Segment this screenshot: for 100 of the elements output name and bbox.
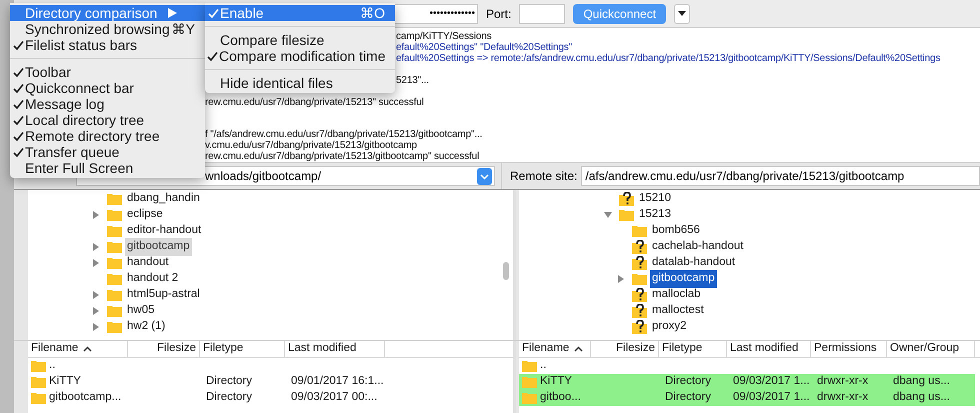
tree-row[interactable]: editor-handout xyxy=(28,223,204,239)
menu-item[interactable]: Compare modification time xyxy=(205,48,395,64)
tree-item[interactable]: datalab-handout xyxy=(650,254,738,272)
remote-path: /afs/andrew.cmu.edu/usr7/dbang/private/15213/gitbootcamp xyxy=(585,168,904,185)
tree-row[interactable]: proxy2 xyxy=(519,319,689,335)
tree-item[interactable]: handout xyxy=(125,254,171,272)
tree-item[interactable]: 15213 xyxy=(637,206,673,224)
tree-row[interactable]: 15213 xyxy=(519,207,673,223)
tree-row[interactable]: gitbootcamp xyxy=(519,271,717,287)
table-cell-text: gitboo... xyxy=(540,390,581,406)
tree-item[interactable]: cachelab-handout xyxy=(650,238,746,256)
menu-item[interactable]: Local directory tree xyxy=(10,112,205,128)
tree-row[interactable]: 15210 xyxy=(519,191,673,207)
tree-item[interactable]: 15210 xyxy=(637,190,673,208)
menu-item[interactable]: Directory comparison xyxy=(10,5,205,21)
table-cell-text: dbang us... xyxy=(893,390,950,406)
menu-item[interactable]: Remote directory tree xyxy=(10,128,205,144)
menu-item[interactable]: Compare filesize xyxy=(205,32,395,48)
column-header[interactable]: Filetype xyxy=(659,341,727,357)
menu-item-label: Hide identical files xyxy=(220,74,333,92)
file-row[interactable]: gitboo... Directory 09/03/2017 1... drwxr-xr-x dbang us... xyxy=(519,390,975,406)
folder-icon xyxy=(31,376,46,388)
table-cell-text: drwxr-xr-x xyxy=(817,374,868,390)
dropdown-chevron-icon[interactable] xyxy=(477,168,492,184)
menu-item[interactable]: Hide identical files xyxy=(205,75,395,91)
expanded-arrow-icon[interactable] xyxy=(604,211,612,219)
tree-item[interactable]: dbang_handin xyxy=(125,190,202,208)
folder-icon xyxy=(522,360,537,372)
remote-site-field[interactable]: /afs/andrew.cmu.edu/usr7/dbang/private/15213/gitbootcamp xyxy=(581,166,980,186)
folder-icon xyxy=(619,209,634,221)
column-header[interactable]: Owner/Group xyxy=(887,341,975,357)
tree-item[interactable]: eclipse xyxy=(125,206,165,224)
question-folder-icon xyxy=(619,192,634,206)
folder-icon xyxy=(632,273,647,285)
folder-icon xyxy=(632,225,647,237)
tree-item[interactable]: malloclab xyxy=(650,286,703,304)
menu-item[interactable]: Synchronized browsing⌘Y xyxy=(10,21,205,37)
menu-item[interactable]: Message log xyxy=(10,96,205,112)
submenu-arrow-icon xyxy=(168,8,177,18)
column-header[interactable]: Filesize xyxy=(128,341,200,357)
tree-row[interactable]: gitbootcamp xyxy=(28,239,192,255)
tree-row[interactable]: bomb656 xyxy=(519,223,702,239)
checkmark-icon xyxy=(12,66,24,78)
column-header[interactable]: Filename xyxy=(519,341,591,357)
column-header[interactable]: Last modified xyxy=(285,341,385,357)
file-row[interactable]: KiTTY Directory 09/03/2017 1... drwxr-xr-x dbang us... xyxy=(519,374,975,390)
local-path: wnloads/gitbootcamp/ xyxy=(205,168,322,185)
log-line: rew.cmu.edu/usr7/dbang/private/15213/gitbootcamp" successful xyxy=(205,151,480,162)
checkmark-icon xyxy=(208,8,218,18)
tree-row[interactable]: datalab-handout xyxy=(519,255,738,271)
folder-icon xyxy=(107,321,122,333)
menu-item[interactable]: Filelist status bars xyxy=(10,37,205,53)
menu-item[interactable]: Toolbar xyxy=(10,64,205,80)
tree-item[interactable]: handout 2 xyxy=(125,270,180,288)
tree-row[interactable]: eclipse xyxy=(28,207,165,223)
tree-item[interactable]: editor-handout xyxy=(125,222,204,240)
port-field[interactable] xyxy=(519,4,566,24)
log-line: efault%20Settings" "Default%20Settings" xyxy=(396,42,572,53)
tree-row[interactable]: handout xyxy=(28,255,171,271)
tree-item[interactable]: hw05 xyxy=(125,302,156,320)
menu-item[interactable]: Quickconnect bar xyxy=(10,80,205,96)
tree-item[interactable]: bomb656 xyxy=(650,222,702,240)
tree-row[interactable]: malloclab xyxy=(519,287,703,303)
sort-up-icon xyxy=(574,346,584,352)
tree-item[interactable]: gitbootcamp xyxy=(650,270,717,288)
tree-row[interactable]: handout 2 xyxy=(28,271,180,287)
tree-row[interactable]: dbang_handin xyxy=(28,191,202,207)
menu-item[interactable]: Enable ⌘O xyxy=(205,5,395,21)
scrollbar-thumb[interactable] xyxy=(503,262,509,280)
expand-arrow-icon[interactable] xyxy=(617,275,625,283)
tree-row[interactable]: hw2 (1) xyxy=(28,319,168,335)
column-header[interactable]: Filesize xyxy=(591,341,659,357)
tree-row[interactable]: cachelab-handout xyxy=(519,239,746,255)
tree-row[interactable]: malloctest xyxy=(519,303,706,319)
folder-icon xyxy=(107,305,122,317)
column-header[interactable]: Permissions xyxy=(811,341,887,357)
menu-item-label: Local directory tree xyxy=(25,112,144,130)
log-line: f "/afs/andrew.cmu.edu/usr7/dbang/private/15213/gitbootcamp"... xyxy=(205,129,482,140)
tree-row[interactable]: hw05 xyxy=(28,303,156,319)
question-folder-icon xyxy=(632,256,647,270)
folder-icon xyxy=(522,392,537,404)
tree-item[interactable]: gitbootcamp xyxy=(125,238,192,256)
expand-arrow-icon[interactable] xyxy=(92,211,100,219)
tree-item[interactable]: proxy2 xyxy=(650,318,689,336)
checkmark-icon xyxy=(12,146,24,158)
tree-item[interactable]: malloctest xyxy=(650,302,706,320)
folder-icon xyxy=(107,225,122,237)
quickconnect-dropdown-button[interactable] xyxy=(674,4,690,24)
tree-row[interactable]: html5up-astral xyxy=(28,287,202,303)
column-header[interactable]: Last modified xyxy=(727,341,811,357)
tree-item[interactable]: html5up-astral xyxy=(125,286,202,304)
menu-item-label: Enable xyxy=(220,4,264,22)
question-folder-icon xyxy=(632,304,647,318)
log-line: rew.cmu.edu/usr7/dbang/private/15213" successful xyxy=(205,97,424,108)
menu-item[interactable]: Transfer queue xyxy=(10,144,205,160)
password-field[interactable]: ••••••••••••• xyxy=(394,4,478,24)
tree-item[interactable]: hw2 (1) xyxy=(125,318,168,336)
column-header[interactable]: Filename xyxy=(28,341,128,357)
column-header[interactable]: Filetype xyxy=(200,341,285,357)
folder-icon xyxy=(107,209,122,221)
